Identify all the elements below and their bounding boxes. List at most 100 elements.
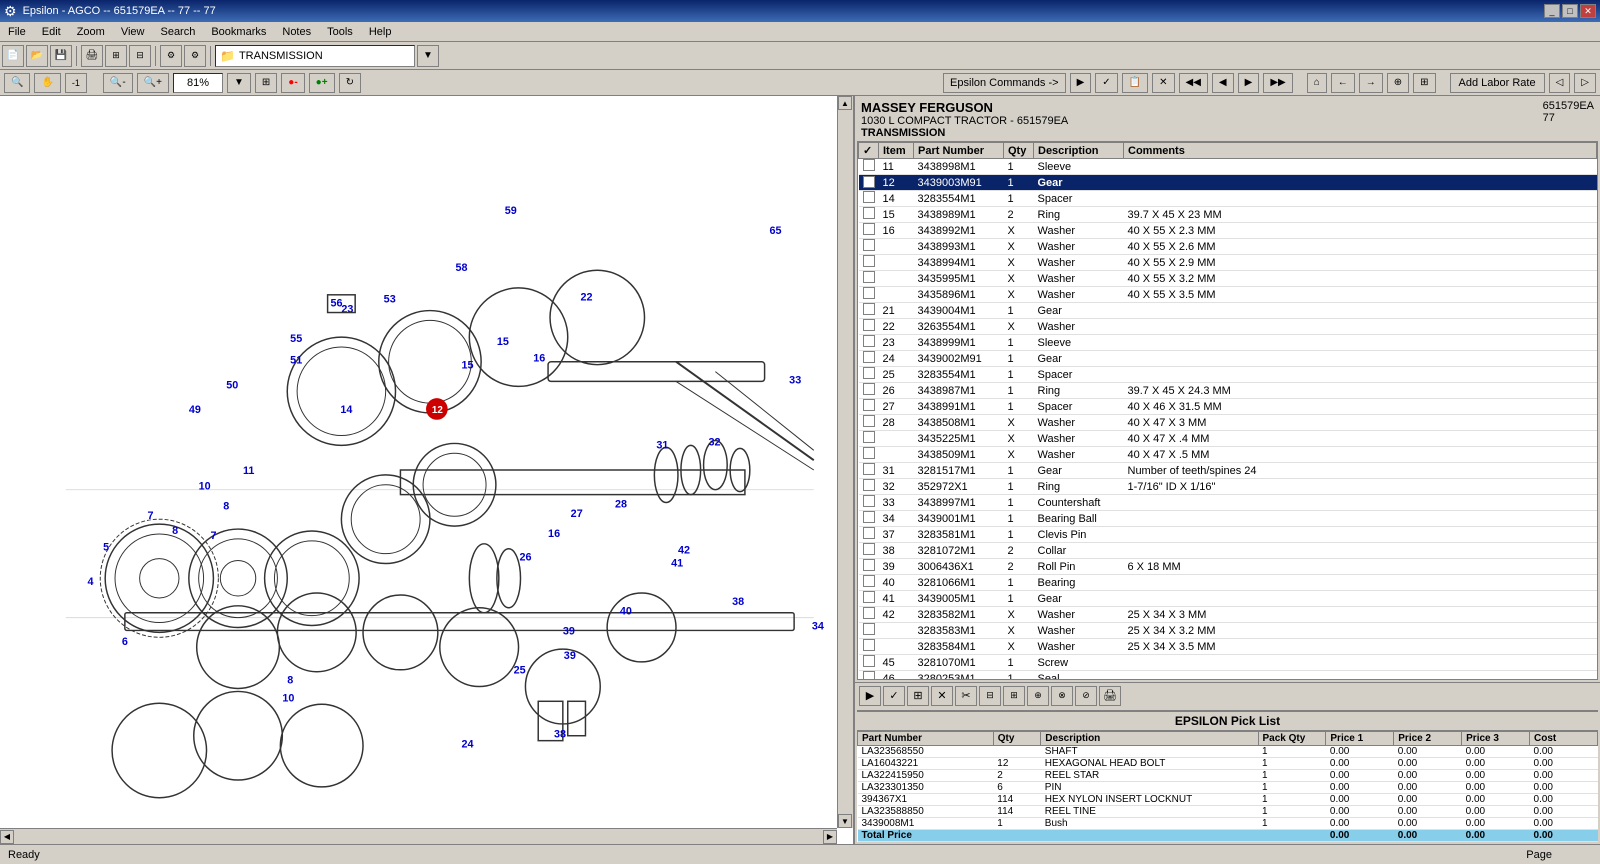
table-row[interactable]: 273438991M11Spacer40 X 46 X 31.5 MM — [859, 399, 1597, 415]
row-checkbox[interactable] — [859, 207, 879, 223]
scroll-up-btn[interactable]: ▲ — [838, 96, 852, 110]
red-minus-btn[interactable]: ●- — [281, 73, 304, 93]
table-row[interactable]: 213439004M11Gear — [859, 303, 1597, 319]
row-checkbox[interactable] — [859, 383, 879, 399]
open-button[interactable]: 📂 — [26, 45, 48, 67]
row-checkbox[interactable] — [859, 303, 879, 319]
table-row[interactable]: 123439003M911Gear — [859, 175, 1597, 191]
zoom-dropdown[interactable]: ▼ — [227, 73, 251, 93]
print2-button[interactable]: ⊞ — [105, 45, 127, 67]
row-checkbox[interactable] — [859, 447, 879, 463]
table-row[interactable]: 263438987M11Ring39.7 X 45 X 24.3 MM — [859, 383, 1597, 399]
menu-bookmarks[interactable]: Bookmarks — [203, 22, 274, 41]
minus-btn[interactable]: -1 — [65, 73, 87, 93]
row-checkbox[interactable] — [859, 527, 879, 543]
table-row[interactable]: 223263554M1XWasher — [859, 319, 1597, 335]
maximize-button[interactable]: □ — [1562, 4, 1578, 18]
table-row[interactable]: 143283554M11Spacer — [859, 191, 1597, 207]
parts-print-btn[interactable]: 🖨 — [1099, 686, 1121, 706]
fit-width-btn[interactable]: ⊞ — [255, 73, 277, 93]
add-labor-button[interactable]: Add Labor Rate — [1450, 73, 1545, 93]
parts-tool3-btn[interactable]: ⊕ — [1027, 686, 1049, 706]
row-checkbox[interactable] — [859, 415, 879, 431]
epsilon-btn1[interactable]: ▶ — [1070, 73, 1092, 93]
row-checkbox[interactable] — [859, 511, 879, 527]
table-row[interactable]: 333438997M11Countershaft — [859, 495, 1597, 511]
table-row[interactable]: 453281070M11Screw — [859, 655, 1597, 671]
zoom-out-btn[interactable]: 🔍- — [103, 73, 133, 93]
epsilon-btn8[interactable]: ▶▶ — [1263, 73, 1292, 93]
transmission-selector[interactable]: 📁 TRANSMISSION — [215, 45, 415, 67]
table-row[interactable]: 3283584M1XWasher25 X 34 X 3.5 MM — [859, 639, 1597, 655]
config-button[interactable]: ⚙ — [160, 45, 182, 67]
table-row[interactable]: 3435225M1XWasher40 X 47 X .4 MM — [859, 431, 1597, 447]
row-checkbox[interactable] — [859, 287, 879, 303]
row-checkbox[interactable] — [859, 623, 879, 639]
nav-tree-btn[interactable]: ⊕ — [1387, 73, 1409, 93]
epsilon-btn4[interactable]: ✕ — [1152, 73, 1174, 93]
table-row[interactable]: 283438508M1XWasher40 X 47 X 3 MM — [859, 415, 1597, 431]
row-checkbox[interactable] — [859, 191, 879, 207]
row-checkbox[interactable] — [859, 159, 879, 175]
row-checkbox[interactable] — [859, 335, 879, 351]
row-checkbox[interactable] — [859, 559, 879, 575]
pick-list-row[interactable]: LA3233013506PIN10.000.000.000.00 — [858, 782, 1598, 794]
new-button[interactable]: 📄 — [2, 45, 24, 67]
table-row[interactable]: 373283581M11Clevis Pin — [859, 527, 1597, 543]
table-row[interactable]: 163438992M1XWasher40 X 55 X 2.3 MM — [859, 223, 1597, 239]
row-checkbox[interactable] — [859, 655, 879, 671]
save-button[interactable]: 💾 — [50, 45, 72, 67]
pick-list-row[interactable]: 3439008M11Bush10.000.000.000.00 — [858, 818, 1598, 830]
pick-list-row[interactable]: LA1604322112HEXAGONAL HEAD BOLT10.000.00… — [858, 758, 1598, 770]
table-row[interactable]: 463280253M11Seal — [859, 671, 1597, 681]
row-checkbox[interactable] — [859, 255, 879, 271]
row-checkbox[interactable] — [859, 431, 879, 447]
epsilon-btn2[interactable]: ✓ — [1095, 73, 1117, 93]
table-row[interactable]: 383281072M12Collar — [859, 543, 1597, 559]
parts-save-btn[interactable]: ✓ — [883, 686, 905, 706]
table-row[interactable]: 3438994M1XWasher40 X 55 X 2.9 MM — [859, 255, 1597, 271]
row-checkbox[interactable] — [859, 543, 879, 559]
menu-file[interactable]: File — [0, 22, 34, 41]
parts-tool2-btn[interactable]: ⊞ — [1003, 686, 1025, 706]
menu-view[interactable]: View — [113, 22, 153, 41]
table-row[interactable]: 233438999M11Sleeve — [859, 335, 1597, 351]
table-row[interactable]: 313281517M11GearNumber of teeth/spines 2… — [859, 463, 1597, 479]
table-row[interactable]: 153438989M12Ring39.7 X 45 X 23 MM — [859, 207, 1597, 223]
pick-list-row[interactable]: LA323568550SHAFT10.000.000.000.00 — [858, 746, 1598, 758]
parts-play-btn[interactable]: ▶ — [859, 686, 881, 706]
scroll-left-btn[interactable]: ◀ — [0, 830, 14, 844]
zoom-input[interactable]: 81% — [173, 73, 223, 93]
nav-back-btn[interactable]: ← — [1331, 73, 1355, 93]
minimize-button[interactable]: _ — [1544, 4, 1560, 18]
toolbar2-end2[interactable]: ▷ — [1574, 73, 1596, 93]
table-row[interactable]: 393006436X12Roll Pin6 X 18 MM — [859, 559, 1597, 575]
scroll-down-btn[interactable]: ▼ — [838, 814, 852, 828]
row-checkbox[interactable] — [859, 319, 879, 335]
row-checkbox[interactable] — [859, 175, 879, 191]
nav-home-btn[interactable]: ⌂ — [1307, 73, 1327, 93]
print3-button[interactable]: ⊟ — [129, 45, 151, 67]
table-row[interactable]: 253283554M11Spacer — [859, 367, 1597, 383]
table-row[interactable]: 343439001M11Bearing Ball — [859, 511, 1597, 527]
row-checkbox[interactable] — [859, 223, 879, 239]
search-toolbar-btn[interactable]: 🔍 — [4, 73, 30, 93]
row-checkbox[interactable] — [859, 495, 879, 511]
menu-notes[interactable]: Notes — [274, 22, 319, 41]
scroll-right-btn[interactable]: ▶ — [823, 830, 837, 844]
print-button[interactable]: 🖨 — [81, 45, 103, 67]
row-checkbox[interactable] — [859, 591, 879, 607]
table-row[interactable]: 113438998M11Sleeve — [859, 159, 1597, 175]
epsilon-btn5[interactable]: ◀◀ — [1179, 73, 1208, 93]
parts-delete-btn[interactable]: ✕ — [931, 686, 953, 706]
zoom-in-btn[interactable]: 🔍+ — [137, 73, 169, 93]
pick-list-row[interactable]: LA3224159502REEL STAR10.000.000.000.00 — [858, 770, 1598, 782]
nav-tree2-btn[interactable]: ⊞ — [1413, 73, 1435, 93]
close-button[interactable]: ✕ — [1580, 4, 1596, 18]
row-checkbox[interactable] — [859, 639, 879, 655]
pick-list-row[interactable]: 394367X1114HEX NYLON INSERT LOCKNUT10.00… — [858, 794, 1598, 806]
row-checkbox[interactable] — [859, 479, 879, 495]
nav-btn[interactable]: ↻ — [339, 73, 361, 93]
hand-btn[interactable]: ✋ — [34, 73, 60, 93]
transmission-dropdown[interactable]: ▼ — [417, 45, 439, 67]
